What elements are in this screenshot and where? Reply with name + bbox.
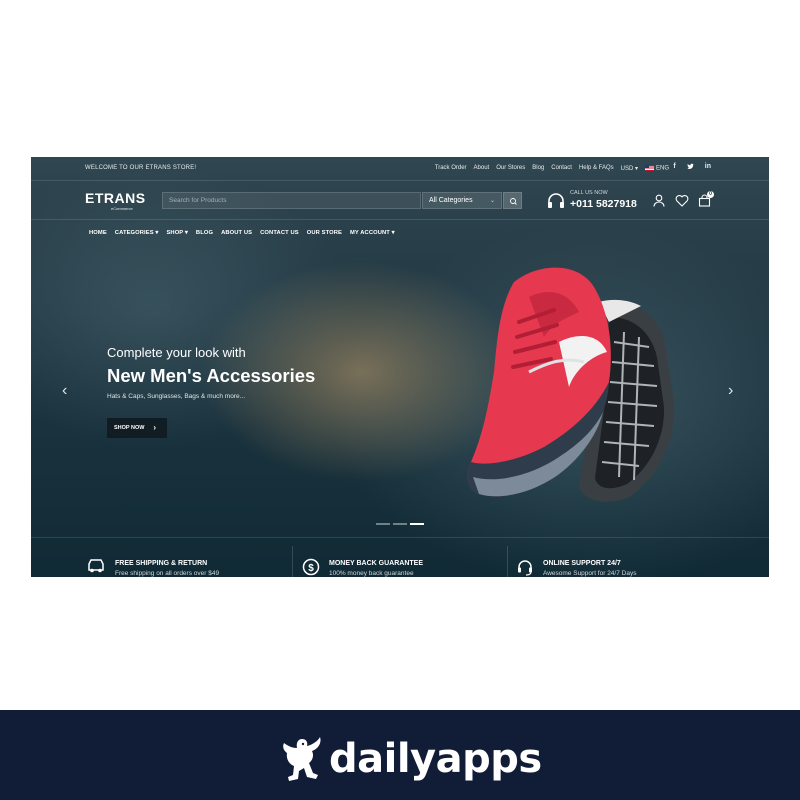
slider-prev-arrow[interactable]: ‹: [62, 382, 67, 400]
top-bar: WELCOME TO OUR ETRANS STORE! Track Order…: [31, 157, 769, 181]
facebook-icon[interactable]: f: [673, 163, 675, 172]
shop-now-button[interactable]: SHOP NOW ›: [107, 418, 167, 438]
top-link-track-order[interactable]: Track Order: [435, 165, 467, 172]
dollar-coin-icon: $: [302, 558, 320, 576]
search-button[interactable]: [503, 192, 522, 209]
slider-dot[interactable]: [393, 523, 407, 525]
headset-icon: [518, 560, 532, 576]
nav-categories[interactable]: CATEGORIES ▾: [115, 230, 159, 236]
truck-icon: [88, 559, 104, 573]
welcome-text: WELCOME TO OUR ETRANS STORE!: [85, 165, 197, 171]
top-link-blog[interactable]: Blog: [532, 165, 544, 172]
sneakers-image: [467, 267, 675, 502]
category-select-label: All Categories: [429, 197, 473, 204]
nav-home[interactable]: HOME: [89, 230, 107, 236]
feature-desc: Awesome Support for 24/7 Days: [543, 570, 637, 577]
logo-name: ETRANS: [85, 190, 146, 206]
feature-title: ONLINE SUPPORT 24/7: [543, 560, 621, 567]
language-label: ENG: [655, 165, 669, 172]
headphones-icon: [548, 193, 564, 208]
user-icon[interactable]: [653, 194, 665, 207]
nav-our-store[interactable]: OUR STORE: [307, 230, 342, 236]
language-dropdown[interactable]: ENG: [644, 165, 669, 172]
features-bar: FREE SHIPPING & RETURN Free shipping on …: [31, 537, 769, 577]
currency-label: USD: [620, 166, 634, 172]
category-select[interactable]: All Categories ⌄: [422, 192, 502, 209]
svg-text:$: $: [308, 563, 314, 574]
main-header: ETRANS eCommerce Search for Products All…: [31, 182, 769, 220]
nav-shop-label: SHOP: [166, 230, 184, 236]
page: WELCOME TO OUR ETRANS STORE! Track Order…: [0, 0, 800, 800]
top-link-contact[interactable]: Contact: [551, 165, 572, 172]
feature-desc: 100% money back guarantee: [329, 570, 414, 577]
top-links: Track Order About Our Stores Blog Contac…: [435, 165, 669, 172]
us-flag-icon: [644, 165, 654, 171]
feature-desc: Free shipping on all orders over $49: [115, 570, 220, 577]
dailyapps-logo-icon: [283, 737, 321, 781]
nav-contact-us[interactable]: CONTACT US: [260, 230, 299, 236]
nav-about-us[interactable]: ABOUT US: [221, 230, 252, 236]
caret-down-icon: ▾: [183, 230, 188, 236]
caret-down-icon: ▾: [389, 230, 395, 236]
hero-title: New Men's Accessories: [107, 365, 316, 386]
nav-my-account[interactable]: MY ACCOUNT ▾: [350, 230, 395, 236]
logo-tag: eCommerce: [111, 206, 133, 211]
call-number[interactable]: +011 5827918: [570, 198, 637, 210]
chevron-right-icon: ›: [153, 423, 156, 432]
chevron-down-icon: ⌄: [489, 198, 495, 204]
hero-kicker: Complete your look with: [107, 345, 246, 360]
top-link-about[interactable]: About: [474, 165, 490, 172]
nav-blog[interactable]: BLOG: [196, 230, 213, 236]
currency-dropdown[interactable]: USD ▾: [621, 165, 638, 172]
brand-footer-bar: dailyapps: [0, 710, 800, 800]
nav-shop[interactable]: SHOP ▾: [166, 230, 187, 236]
slider-dot[interactable]: [376, 523, 390, 525]
linkedin-icon[interactable]: in: [705, 163, 711, 172]
hero-subtitle: Hats & Caps, Sunglasses, Bags & much mor…: [107, 393, 246, 400]
feature-title: MONEY BACK GUARANTEE: [329, 560, 423, 567]
shop-now-label: SHOP NOW: [114, 425, 145, 431]
main-nav: HOME CATEGORIES ▾ SHOP ▾ BLOG ABOUT US C…: [89, 230, 395, 236]
top-link-our-stores[interactable]: Our Stores: [496, 165, 525, 172]
twitter-icon[interactable]: [687, 163, 694, 172]
caret-down-icon: ▾: [633, 166, 638, 172]
divider: [292, 546, 293, 577]
heart-icon[interactable]: [675, 194, 689, 207]
slider-dot-active[interactable]: [410, 523, 424, 525]
search-icon: [510, 198, 517, 205]
slider-next-arrow[interactable]: ›: [728, 382, 733, 400]
social-links: f in: [673, 163, 711, 172]
search-input[interactable]: Search for Products: [162, 192, 421, 209]
brand-name: dailyapps: [329, 736, 542, 782]
nav-my-account-label: MY ACCOUNT: [349, 230, 390, 236]
top-link-help[interactable]: Help & FAQs: [579, 165, 614, 172]
feature-title: FREE SHIPPING & RETURN: [115, 560, 208, 567]
caret-down-icon: ▾: [153, 230, 159, 236]
call-label: CALL US NOW: [570, 190, 608, 196]
divider: [507, 546, 508, 577]
store-screenshot: WELCOME TO OUR ETRANS STORE! Track Order…: [31, 157, 769, 577]
store-logo[interactable]: ETRANS eCommerce: [85, 190, 146, 211]
slider-dots: [376, 523, 424, 525]
nav-categories-label: CATEGORIES: [114, 230, 154, 236]
cart-count-badge: 0: [707, 191, 714, 198]
